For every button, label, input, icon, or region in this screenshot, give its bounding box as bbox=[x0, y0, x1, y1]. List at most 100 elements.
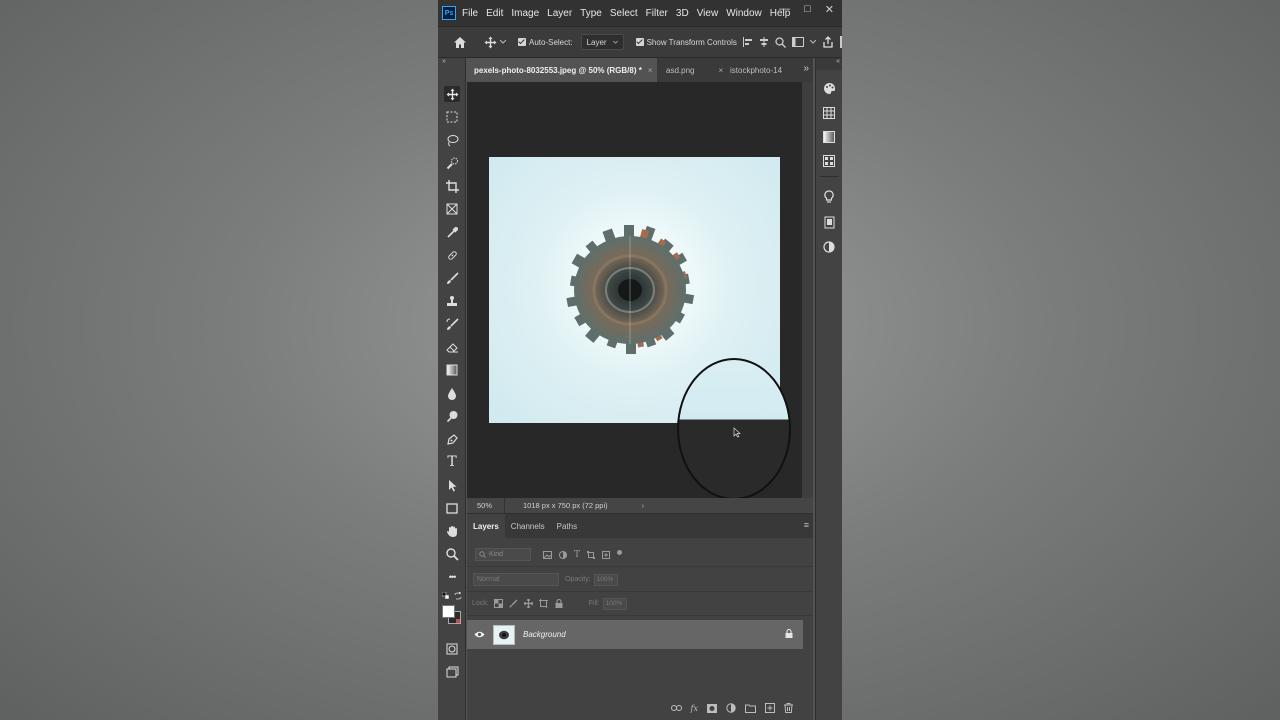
type-tool-icon[interactable]: T bbox=[444, 454, 460, 470]
type-filter-icon[interactable]: T bbox=[574, 550, 580, 560]
gradient-tool-icon[interactable] bbox=[444, 362, 460, 378]
tab-channels[interactable]: Channels bbox=[505, 514, 551, 538]
default-colors-icon[interactable] bbox=[442, 592, 449, 599]
zoom-tool-icon[interactable] bbox=[444, 546, 460, 562]
rectangle-tool-icon[interactable] bbox=[444, 500, 460, 516]
pixel-filter-icon[interactable] bbox=[543, 550, 552, 559]
share-icon[interactable] bbox=[822, 36, 834, 48]
blend-mode-dropdown[interactable]: Normal bbox=[473, 573, 559, 586]
lock-icon[interactable] bbox=[785, 629, 793, 638]
patterns-icon[interactable] bbox=[822, 154, 836, 168]
tab-layers[interactable]: Layers bbox=[467, 514, 505, 538]
filter-toggle-icon[interactable] bbox=[617, 550, 623, 555]
auto-select-checkbox[interactable]: Auto-Select: bbox=[518, 38, 573, 47]
align-left-icon[interactable] bbox=[743, 37, 753, 47]
workspace-icon[interactable] bbox=[792, 37, 804, 47]
panel-menu-icon[interactable]: ≡ bbox=[804, 520, 809, 530]
fx-icon[interactable]: fx bbox=[691, 704, 698, 713]
menu-image[interactable]: Image bbox=[511, 8, 539, 19]
menu-view[interactable]: View bbox=[697, 8, 719, 19]
search-icon[interactable] bbox=[775, 36, 786, 48]
eraser-tool-icon[interactable] bbox=[444, 339, 460, 355]
adjustment-filter-icon[interactable] bbox=[559, 550, 567, 559]
adjustments-icon[interactable] bbox=[822, 240, 836, 254]
vertical-scrollbar[interactable] bbox=[802, 82, 813, 498]
align-center-icon[interactable] bbox=[759, 37, 769, 47]
tab-istockphoto[interactable]: istockphoto-14 bbox=[723, 58, 795, 82]
color-icon[interactable] bbox=[822, 81, 836, 95]
menu-filter[interactable]: Filter bbox=[646, 8, 668, 19]
brush-tool-icon[interactable] bbox=[444, 270, 460, 286]
menu-file[interactable]: File bbox=[462, 8, 478, 19]
menu-type[interactable]: Type bbox=[580, 8, 602, 19]
mask-icon[interactable] bbox=[707, 703, 717, 713]
link-icon[interactable] bbox=[670, 705, 682, 711]
clone-stamp-tool-icon[interactable] bbox=[444, 293, 460, 309]
menu-window[interactable]: Window bbox=[726, 8, 762, 19]
gradients-icon[interactable] bbox=[822, 130, 836, 144]
restore-button[interactable]: □ bbox=[804, 3, 811, 16]
history-brush-tool-icon[interactable] bbox=[444, 316, 460, 332]
lock-transparency-icon[interactable] bbox=[494, 599, 504, 609]
healing-tool-icon[interactable] bbox=[444, 247, 460, 263]
lightbulb-icon[interactable] bbox=[822, 190, 836, 204]
adjustment-icon[interactable] bbox=[726, 703, 736, 713]
lock-position-icon[interactable] bbox=[524, 599, 534, 609]
collapse-icon[interactable]: « bbox=[816, 58, 842, 70]
tab-asd-png[interactable]: asd.png × bbox=[659, 58, 723, 82]
quick-mask-icon[interactable] bbox=[444, 641, 460, 657]
chevron-down-icon[interactable] bbox=[810, 40, 816, 44]
quick-select-tool-icon[interactable] bbox=[444, 155, 460, 171]
swap-colors-icon[interactable] bbox=[454, 592, 462, 600]
layer-name[interactable]: Background bbox=[523, 630, 566, 639]
smart-object-filter-icon[interactable] bbox=[602, 550, 611, 559]
lasso-tool-icon[interactable] bbox=[444, 132, 460, 148]
tabs-overflow-icon[interactable]: » bbox=[803, 63, 809, 74]
more-tools-icon[interactable]: ••• bbox=[444, 569, 460, 585]
minimize-button[interactable]: — bbox=[779, 3, 790, 16]
dodge-tool-icon[interactable] bbox=[444, 408, 460, 424]
lock-pixels-icon[interactable] bbox=[509, 599, 519, 609]
layer-row-background[interactable]: Background bbox=[467, 620, 803, 649]
new-layer-icon[interactable] bbox=[765, 703, 775, 713]
auto-select-dropdown[interactable]: Layer bbox=[580, 34, 624, 50]
tab-paths[interactable]: Paths bbox=[551, 514, 583, 538]
swatches-icon[interactable] bbox=[822, 106, 836, 120]
chevron-right-icon[interactable]: › bbox=[642, 501, 645, 510]
home-button[interactable] bbox=[450, 36, 470, 49]
layer-thumbnail[interactable] bbox=[493, 624, 515, 645]
menu-3d[interactable]: 3D bbox=[676, 8, 689, 19]
zoom-level[interactable]: 50% bbox=[467, 498, 505, 513]
visibility-toggle[interactable] bbox=[469, 631, 489, 638]
menu-layer[interactable]: Layer bbox=[547, 8, 572, 19]
group-icon[interactable] bbox=[745, 704, 756, 713]
move-tool-icon[interactable] bbox=[444, 86, 460, 102]
lock-artboard-icon[interactable] bbox=[539, 599, 549, 609]
menu-edit[interactable]: Edit bbox=[486, 8, 503, 19]
fill-input[interactable]: 100% bbox=[602, 597, 627, 610]
libraries-icon[interactable] bbox=[822, 215, 836, 229]
frame-tool-icon[interactable] bbox=[444, 201, 460, 217]
trash-icon[interactable] bbox=[784, 703, 793, 713]
hand-tool-icon[interactable] bbox=[444, 523, 460, 539]
document-info[interactable]: 1018 px x 750 px (72 ppi) bbox=[523, 501, 608, 510]
menu-select[interactable]: Select bbox=[610, 8, 638, 19]
close-button[interactable]: ✕ bbox=[825, 3, 834, 16]
blur-tool-icon[interactable] bbox=[444, 385, 460, 401]
pen-tool-icon[interactable] bbox=[444, 431, 460, 447]
path-select-tool-icon[interactable] bbox=[444, 477, 460, 493]
move-tool-preset[interactable] bbox=[484, 36, 506, 49]
lock-all-icon[interactable] bbox=[554, 599, 564, 609]
foreground-color-swatch[interactable] bbox=[442, 605, 455, 618]
crop-tool-icon[interactable] bbox=[444, 178, 460, 194]
tab-pexels-photo[interactable]: pexels-photo-8032553.jpeg @ 50% (RGB/8) … bbox=[467, 58, 657, 82]
show-transform-checkbox[interactable]: Show Transform Controls bbox=[635, 38, 737, 47]
marquee-tool-icon[interactable] bbox=[444, 109, 460, 125]
kind-filter[interactable]: Kind bbox=[475, 548, 531, 561]
screen-mode-icon[interactable] bbox=[444, 664, 460, 680]
opacity-input[interactable]: 100% bbox=[593, 573, 618, 586]
close-icon[interactable]: × bbox=[648, 66, 653, 75]
collapse-icon[interactable]: » bbox=[442, 58, 446, 65]
eyedropper-tool-icon[interactable] bbox=[444, 224, 460, 240]
shape-filter-icon[interactable] bbox=[587, 550, 596, 559]
